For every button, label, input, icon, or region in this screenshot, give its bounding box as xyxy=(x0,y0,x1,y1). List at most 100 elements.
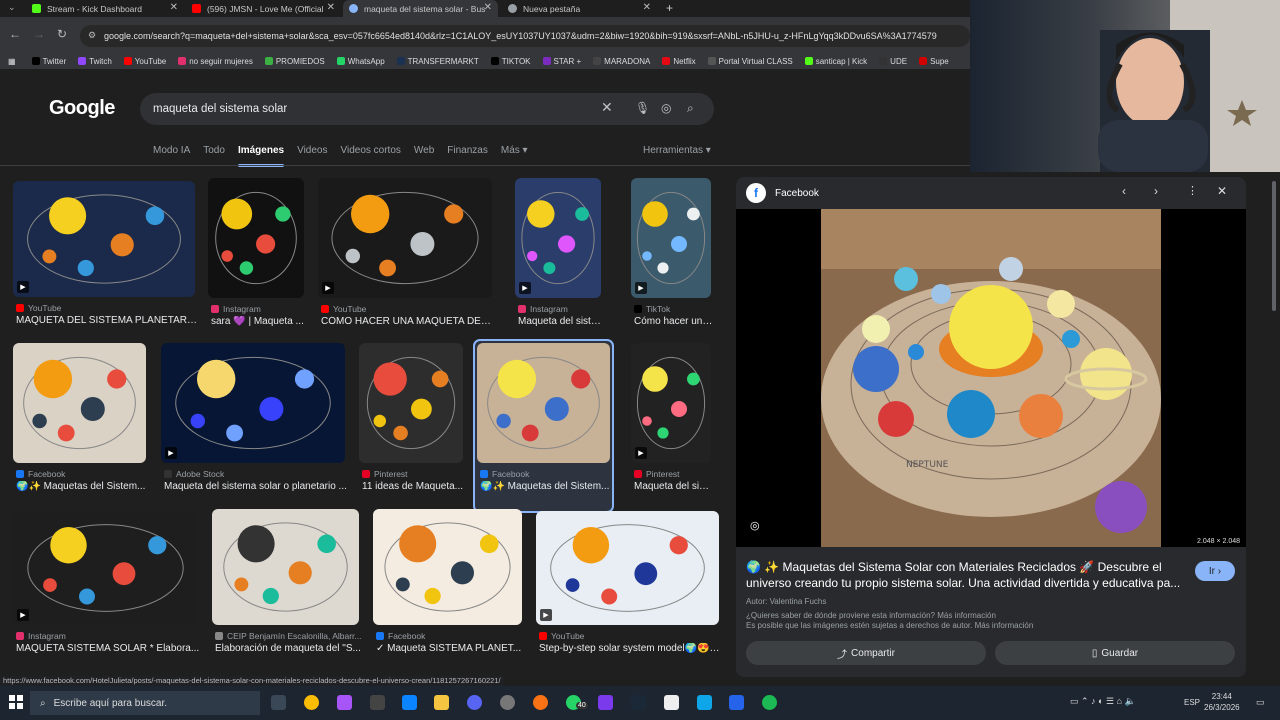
source-info-link[interactable]: ¿Quieres saber de dónde proviene esta in… xyxy=(746,611,996,620)
result-source[interactable]: YouTube xyxy=(16,303,198,313)
bookmark-item[interactable]: TRANSFERMARKT xyxy=(396,57,479,66)
clock[interactable]: 23:44 26/3/2026 xyxy=(1204,691,1240,713)
bookmark-item[interactable]: Supe xyxy=(919,57,949,66)
tab-google-search[interactable]: maqueta del sistema solar - Bus ✕ xyxy=(343,0,498,17)
new-tab-button[interactable]: + xyxy=(666,1,673,15)
result-source[interactable]: Adobe Stock xyxy=(164,469,348,479)
save-button[interactable]: ▯ Guardar xyxy=(995,641,1235,665)
result-source[interactable]: YouTube xyxy=(539,631,722,641)
close-icon[interactable]: ✕ xyxy=(170,2,178,13)
discord-icon[interactable] xyxy=(467,695,482,710)
result-thumbnail[interactable] xyxy=(13,343,146,463)
search-input[interactable]: maqueta del sistema solar xyxy=(153,103,287,115)
result-source[interactable]: Facebook xyxy=(16,469,149,479)
result-source[interactable]: Instagram xyxy=(16,631,201,641)
copyright-info-link[interactable]: Es posible que las imágenes estén sujeta… xyxy=(746,621,1033,630)
tray-icons[interactable]: ▭ ⌃ ♪ ◐ ☰ ⌂ 🔈 xyxy=(1070,696,1136,707)
result-title[interactable]: Maqueta del siste... xyxy=(634,481,714,492)
app-icon[interactable] xyxy=(598,695,613,710)
tab-finanzas[interactable]: Finanzas xyxy=(447,145,488,162)
image-result[interactable]: Pinterest 11 ideas de Maqueta... xyxy=(356,340,466,512)
tab-videos[interactable]: Videos xyxy=(297,145,327,162)
task-view-icon[interactable] xyxy=(271,695,286,710)
tab-new-tab[interactable]: Nueva pestaña ✕ xyxy=(502,0,657,17)
close-icon[interactable]: ✕ xyxy=(1217,184,1227,198)
image-result[interactable]: Facebook 🌍✨ Maquetas del Sistem... xyxy=(473,339,614,513)
result-source[interactable]: Instagram xyxy=(518,304,604,314)
result-source[interactable]: YouTube xyxy=(321,304,495,314)
result-title[interactable]: Cómo hacer una m... xyxy=(634,316,714,327)
tab-más[interactable]: Más ▾ xyxy=(501,145,528,162)
clear-icon[interactable]: ✕ xyxy=(601,99,613,116)
tab-videos-cortos[interactable]: Videos cortos xyxy=(340,145,400,162)
bookmark-item[interactable]: WhatsApp xyxy=(336,57,385,66)
image-result[interactable]: CEIP Benjamín Escalonilla, Albarr... Elab… xyxy=(209,506,362,674)
result-thumbnail[interactable]: ▶ xyxy=(515,178,601,298)
next-icon[interactable]: › xyxy=(1154,184,1158,198)
result-title[interactable]: Elaboración de maqueta del "S... xyxy=(215,643,362,654)
search-box[interactable]: maqueta del sistema solar ✕ 🎙 ◎ ⌕ xyxy=(140,93,714,125)
copilot-icon[interactable] xyxy=(337,695,352,710)
bookmark-item[interactable]: YouTube xyxy=(123,57,166,66)
spotify-icon[interactable] xyxy=(762,695,777,710)
result-title[interactable]: MAQUETA DEL SISTEMA PLANETARI... xyxy=(16,315,198,326)
result-thumbnail[interactable]: ▶ xyxy=(536,511,719,625)
result-title[interactable]: 🌍✨ Maquetas del Sistem... xyxy=(480,481,613,492)
tab-todo[interactable]: Todo xyxy=(203,145,225,162)
app-icon[interactable] xyxy=(533,695,548,710)
tab-kick-dashboard[interactable]: Stream - Kick Dashboard ✕ xyxy=(26,0,184,17)
result-thumbnail[interactable] xyxy=(477,343,610,463)
image-result[interactable]: ▶ Instagram MAQUETA SISTEMA SOLAR * Elabor… xyxy=(10,508,201,674)
scrollbar-thumb[interactable] xyxy=(1272,181,1276,311)
result-source[interactable]: Instagram xyxy=(211,304,307,314)
result-thumbnail[interactable] xyxy=(359,343,463,463)
chrome-icon[interactable] xyxy=(304,695,319,710)
bookmark-item[interactable]: Twitter xyxy=(31,57,66,66)
preview-image[interactable]: NEPTUNE xyxy=(821,209,1161,547)
tab-youtube[interactable]: (596) JMSN - Love Me (Official ✕ xyxy=(186,0,341,17)
image-result[interactable]: ▶ Adobe Stock Maqueta del sistema solar o … xyxy=(158,340,348,512)
result-title[interactable]: Step-by-step solar system model🌍😍M... xyxy=(539,643,722,654)
google-logo[interactable]: Google xyxy=(49,97,115,120)
steam-icon[interactable] xyxy=(631,695,646,710)
preview-title[interactable]: 🌍 ✨ Maquetas del Sistema Solar con Mater… xyxy=(746,559,1186,591)
prev-icon[interactable]: ‹ xyxy=(1122,184,1126,198)
result-thumbnail[interactable]: ▶ xyxy=(161,343,345,463)
tab-web[interactable]: Web xyxy=(414,145,434,162)
bookmark-item[interactable]: Netflix xyxy=(662,57,696,66)
result-source[interactable]: Pinterest xyxy=(362,469,466,479)
app-icon[interactable] xyxy=(664,695,679,710)
result-title[interactable]: sara 💜 | Maqueta ... xyxy=(211,316,307,327)
more-icon[interactable]: ⋮ xyxy=(1187,184,1198,197)
image-result[interactable]: Facebook ✓ Maqueta SISTEMA PLANET... xyxy=(370,506,525,674)
bookmark-item[interactable]: TIKTOK xyxy=(490,57,531,66)
image-result[interactable]: ▶ Instagram Maqueta del siste... xyxy=(512,175,604,347)
tab-imágenes[interactable]: Imágenes xyxy=(237,145,285,167)
bookmark-item[interactable]: UDE xyxy=(879,57,907,66)
result-thumbnail[interactable] xyxy=(208,178,304,298)
taskbar-search-input[interactable]: Escribe aquí para buscar. xyxy=(54,698,167,709)
result-thumbnail[interactable]: ▶ xyxy=(631,178,711,298)
site-info-icon[interactable]: ⚙ xyxy=(88,30,96,41)
forward-icon[interactable]: → xyxy=(33,27,45,41)
result-source[interactable]: TikTok xyxy=(634,304,714,314)
result-source[interactable]: CEIP Benjamín Escalonilla, Albarr... xyxy=(215,631,362,641)
tab-search-icon[interactable]: ⌄ xyxy=(8,2,16,13)
result-title[interactable]: ✓ Maqueta SISTEMA PLANET... xyxy=(376,643,525,654)
close-icon[interactable]: ✕ xyxy=(643,2,651,13)
search-icon[interactable]: ⌕ xyxy=(687,101,694,116)
bookmark-item[interactable]: no seguir mujeres xyxy=(178,57,253,66)
image-result[interactable]: ▶ Pinterest Maqueta del siste... xyxy=(628,340,714,512)
result-thumbnail[interactable] xyxy=(212,509,359,625)
result-source[interactable]: Facebook xyxy=(376,631,525,641)
obs-icon[interactable] xyxy=(500,695,515,710)
preview-source[interactable]: Facebook xyxy=(775,188,819,199)
store-icon[interactable] xyxy=(402,695,417,710)
reload-icon[interactable]: ↻ xyxy=(57,27,67,41)
result-source[interactable]: Facebook xyxy=(480,469,613,479)
share-button[interactable]: ⤴ Compartir xyxy=(746,641,986,665)
notification-icon[interactable]: ▭ xyxy=(1256,697,1265,708)
result-title[interactable]: 11 ideas de Maqueta... xyxy=(362,481,466,492)
bookmark-item[interactable]: STAR + xyxy=(542,57,581,66)
close-icon[interactable]: ✕ xyxy=(484,2,492,13)
